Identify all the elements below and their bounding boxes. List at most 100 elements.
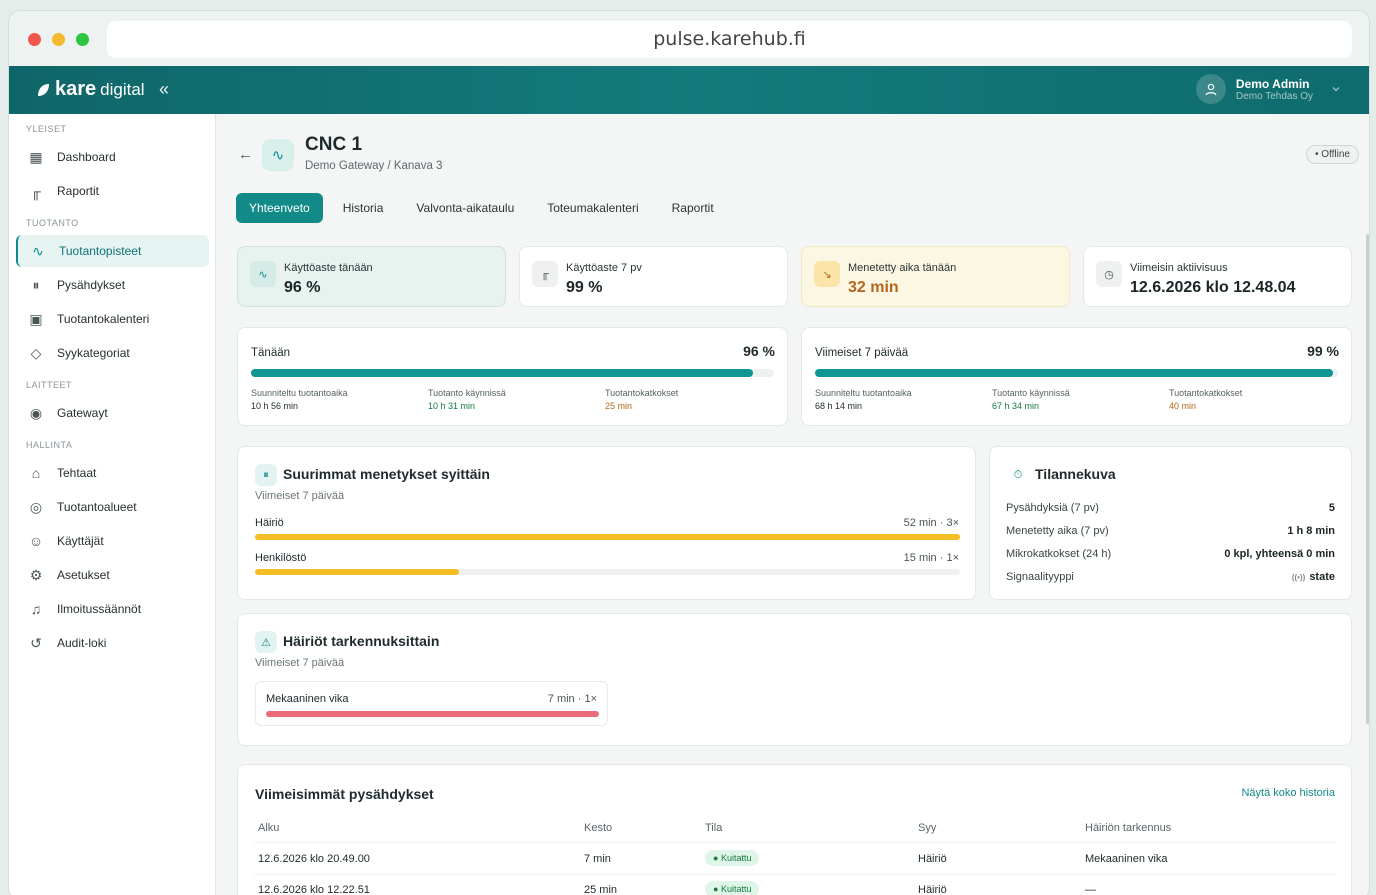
progress-label: Viimeiset 7 päivää xyxy=(815,347,909,359)
back-arrow-icon[interactable]: ← xyxy=(238,146,253,163)
tab-historia[interactable]: Historia xyxy=(330,193,397,223)
user-menu[interactable]: Demo Admin Demo Tehdas Oy xyxy=(1195,74,1341,104)
faults-subtitle: Viimeiset 7 päivää xyxy=(255,657,345,669)
sidebar-item-pysahdykset[interactable]: ⏸ Pysähdykset xyxy=(16,269,209,301)
loss-fill xyxy=(255,534,960,540)
cell-reason: Häiriö xyxy=(918,884,947,895)
tab-raportit[interactable]: Raportit xyxy=(659,193,727,223)
warning-icon: ⚠ xyxy=(255,631,277,653)
kpi-label: Viimeisin aktiivisuus xyxy=(1130,262,1228,274)
column-header[interactable]: Tila xyxy=(705,822,722,834)
loss-value: 52 min · 3× xyxy=(903,517,959,529)
close-window-button[interactable] xyxy=(28,33,41,46)
sidebar-item-tehtaat[interactable]: ⌂ Tehtaat xyxy=(16,457,209,489)
tab-toteumakalenteri[interactable]: Toteumakalenteri xyxy=(534,193,651,223)
loss-fill xyxy=(255,569,460,575)
kpi-card-lost-time: ↘ Menetetty aika tänään 32 min xyxy=(801,246,1070,307)
stat-label: Tuotanto käynnissä xyxy=(428,388,506,398)
clock-icon: ◷ xyxy=(1096,261,1122,287)
sidebar-section-title: HALLINTA xyxy=(26,440,73,450)
page-subtitle: Demo Gateway / Kanava 3 xyxy=(305,160,443,172)
history-icon: ↺ xyxy=(30,634,42,651)
tab-yhteenveto[interactable]: Yhteenveto xyxy=(236,193,323,223)
brand-logo[interactable]: kare digital xyxy=(35,78,145,101)
pulse-icon: ∿ xyxy=(32,242,44,259)
sidebar-item-audit-loki[interactable]: ↺ Audit-loki xyxy=(16,627,209,659)
progress-fill xyxy=(815,369,1333,377)
sidebar-item-label: Syykategoriat xyxy=(57,346,130,360)
sidebar-item-label: Tuotantokalenteri xyxy=(57,312,150,326)
sidebar-item-label: Gatewayt xyxy=(57,406,108,420)
address-bar[interactable]: pulse.karehub.fi xyxy=(107,21,1352,58)
leaf-logo-icon xyxy=(38,83,49,96)
recent-title: Viimeisimmät pysähdykset xyxy=(255,786,434,802)
sidebar-item-label: Tuotantopisteet xyxy=(59,244,142,258)
show-history-link[interactable]: Näytä koko historia xyxy=(1241,787,1335,799)
losses-title: Suurimmat menetykset syittäin xyxy=(283,466,490,482)
main-content: ← ∿ CNC 1 Demo Gateway / Kanava 3 • Offl… xyxy=(216,114,1369,895)
sidebar-item-label: Pysähdykset xyxy=(57,278,126,292)
column-header[interactable]: Kesto xyxy=(584,822,612,834)
snapshot-value: 5 xyxy=(1328,502,1335,514)
column-header[interactable]: Syy xyxy=(918,822,936,834)
trend-down-icon: ↘ xyxy=(814,261,840,287)
user-name: Demo Admin xyxy=(1235,76,1310,91)
kpi-label: Käyttöaste tänään xyxy=(284,262,373,274)
stat-label: Tuotantokatkokset xyxy=(1169,388,1243,398)
logo-main-text: kare xyxy=(55,78,97,100)
kpi-value: 96 % xyxy=(284,279,321,296)
sidebar-section-title: TUOTANTO xyxy=(26,218,79,228)
sidebar-item-syykategoriat[interactable]: ◇ Syykategoriat xyxy=(16,337,209,369)
stat-value: 25 min xyxy=(605,401,633,411)
browser-window: pulse.karehub.fi kare digital « Demo Adm… xyxy=(8,10,1370,895)
stat-planned: Suunniteltu tuotantoaika 10 h 56 min xyxy=(251,388,348,411)
cell-start: 12.6.2026 klo 20.49.00 xyxy=(258,853,370,865)
sidebar-item-ilmoitussaannot[interactable]: ♫ Ilmoitussäännöt xyxy=(16,593,209,625)
sidebar-item-label: Ilmoitussäännöt xyxy=(57,602,142,616)
stat-label: Tuotantokatkokset xyxy=(605,388,679,398)
sidebar-item-tuotantoalueet[interactable]: ◎ Tuotantoalueet xyxy=(16,491,209,523)
status-badge-label: Offline xyxy=(1321,149,1350,160)
grid-icon: ▦ xyxy=(29,148,43,165)
stat-label: Suunniteltu tuotantoaika xyxy=(815,388,912,398)
kpi-value: 32 min xyxy=(848,279,899,296)
calendar-icon: ▣ xyxy=(29,310,43,327)
kpi-value: 99 % xyxy=(566,279,603,296)
sidebar-item-asetukset[interactable]: ⚙ Asetukset xyxy=(16,559,209,591)
sidebar-item-kayttajat[interactable]: ☺ Käyttäjät xyxy=(16,525,209,557)
cell-duration: 25 min xyxy=(584,884,618,895)
fault-item[interactable]: Mekaaninen vika 7 min · 1× xyxy=(255,681,608,726)
tab-bar: Yhteenveto Historia Valvonta-aikataulu T… xyxy=(236,193,727,223)
kpi-card-utilization-today: ∿ Käyttöaste tänään 96 % xyxy=(237,246,506,307)
sidebar-item-dashboard[interactable]: ▦ Dashboard xyxy=(16,141,209,173)
sidebar-item-tuotantopisteet[interactable]: ∿ Tuotantopisteet xyxy=(16,235,209,267)
sidebar-item-gatewayt[interactable]: ◉ Gatewayt xyxy=(16,397,209,429)
bell-icon: ♫ xyxy=(30,601,42,617)
status-badge: ● Kuitattu xyxy=(705,850,760,866)
kpi-value: 12.6.2026 klo 12.48.04 xyxy=(1130,279,1296,296)
stopwatch-icon: ⏱ xyxy=(1007,464,1029,486)
snapshot-label: Signaalityyppi xyxy=(1006,571,1074,583)
sidebar-item-tuotantokalenteri[interactable]: ▣ Tuotantokalenteri xyxy=(16,303,209,335)
maximize-window-button[interactable] xyxy=(76,33,89,46)
tag-icon: ◇ xyxy=(30,344,42,361)
progress-card-7d: Viimeiset 7 päivää 99 % Suunniteltu tuot… xyxy=(801,327,1352,426)
scrollbar[interactable] xyxy=(1366,234,1369,724)
loss-track xyxy=(255,569,960,575)
collapse-sidebar-icon[interactable]: « xyxy=(159,79,169,100)
column-header[interactable]: Häiriön tarkennus xyxy=(1085,822,1171,834)
minimize-window-button[interactable] xyxy=(52,33,65,46)
loss-label: Henkilöstö xyxy=(255,552,307,564)
snapshot-label: Pysähdyksiä (7 pv) xyxy=(1006,502,1099,514)
status-badge: ● Kuitattu xyxy=(705,881,760,895)
kpi-card-last-activity: ◷ Viimeisin aktiivisuus 12.6.2026 klo 12… xyxy=(1083,246,1352,307)
column-header[interactable]: Alku xyxy=(258,822,279,834)
snapshot-value: state xyxy=(1309,571,1335,583)
sidebar-item-raportit[interactable]: ╓ Raportit xyxy=(16,175,209,207)
losses-card: ⏸ Suurimmat menetykset syittäin Viimeise… xyxy=(237,446,976,600)
stat-planned: Suunniteltu tuotantoaika 68 h 14 min xyxy=(815,388,912,411)
user-avatar-icon xyxy=(1195,74,1226,104)
faults-title: Häiriöt tarkennuksittain xyxy=(283,633,440,649)
tab-valvonta-aikataulu[interactable]: Valvonta-aikataulu xyxy=(403,193,527,223)
stat-value: 68 h 14 min xyxy=(815,401,863,411)
